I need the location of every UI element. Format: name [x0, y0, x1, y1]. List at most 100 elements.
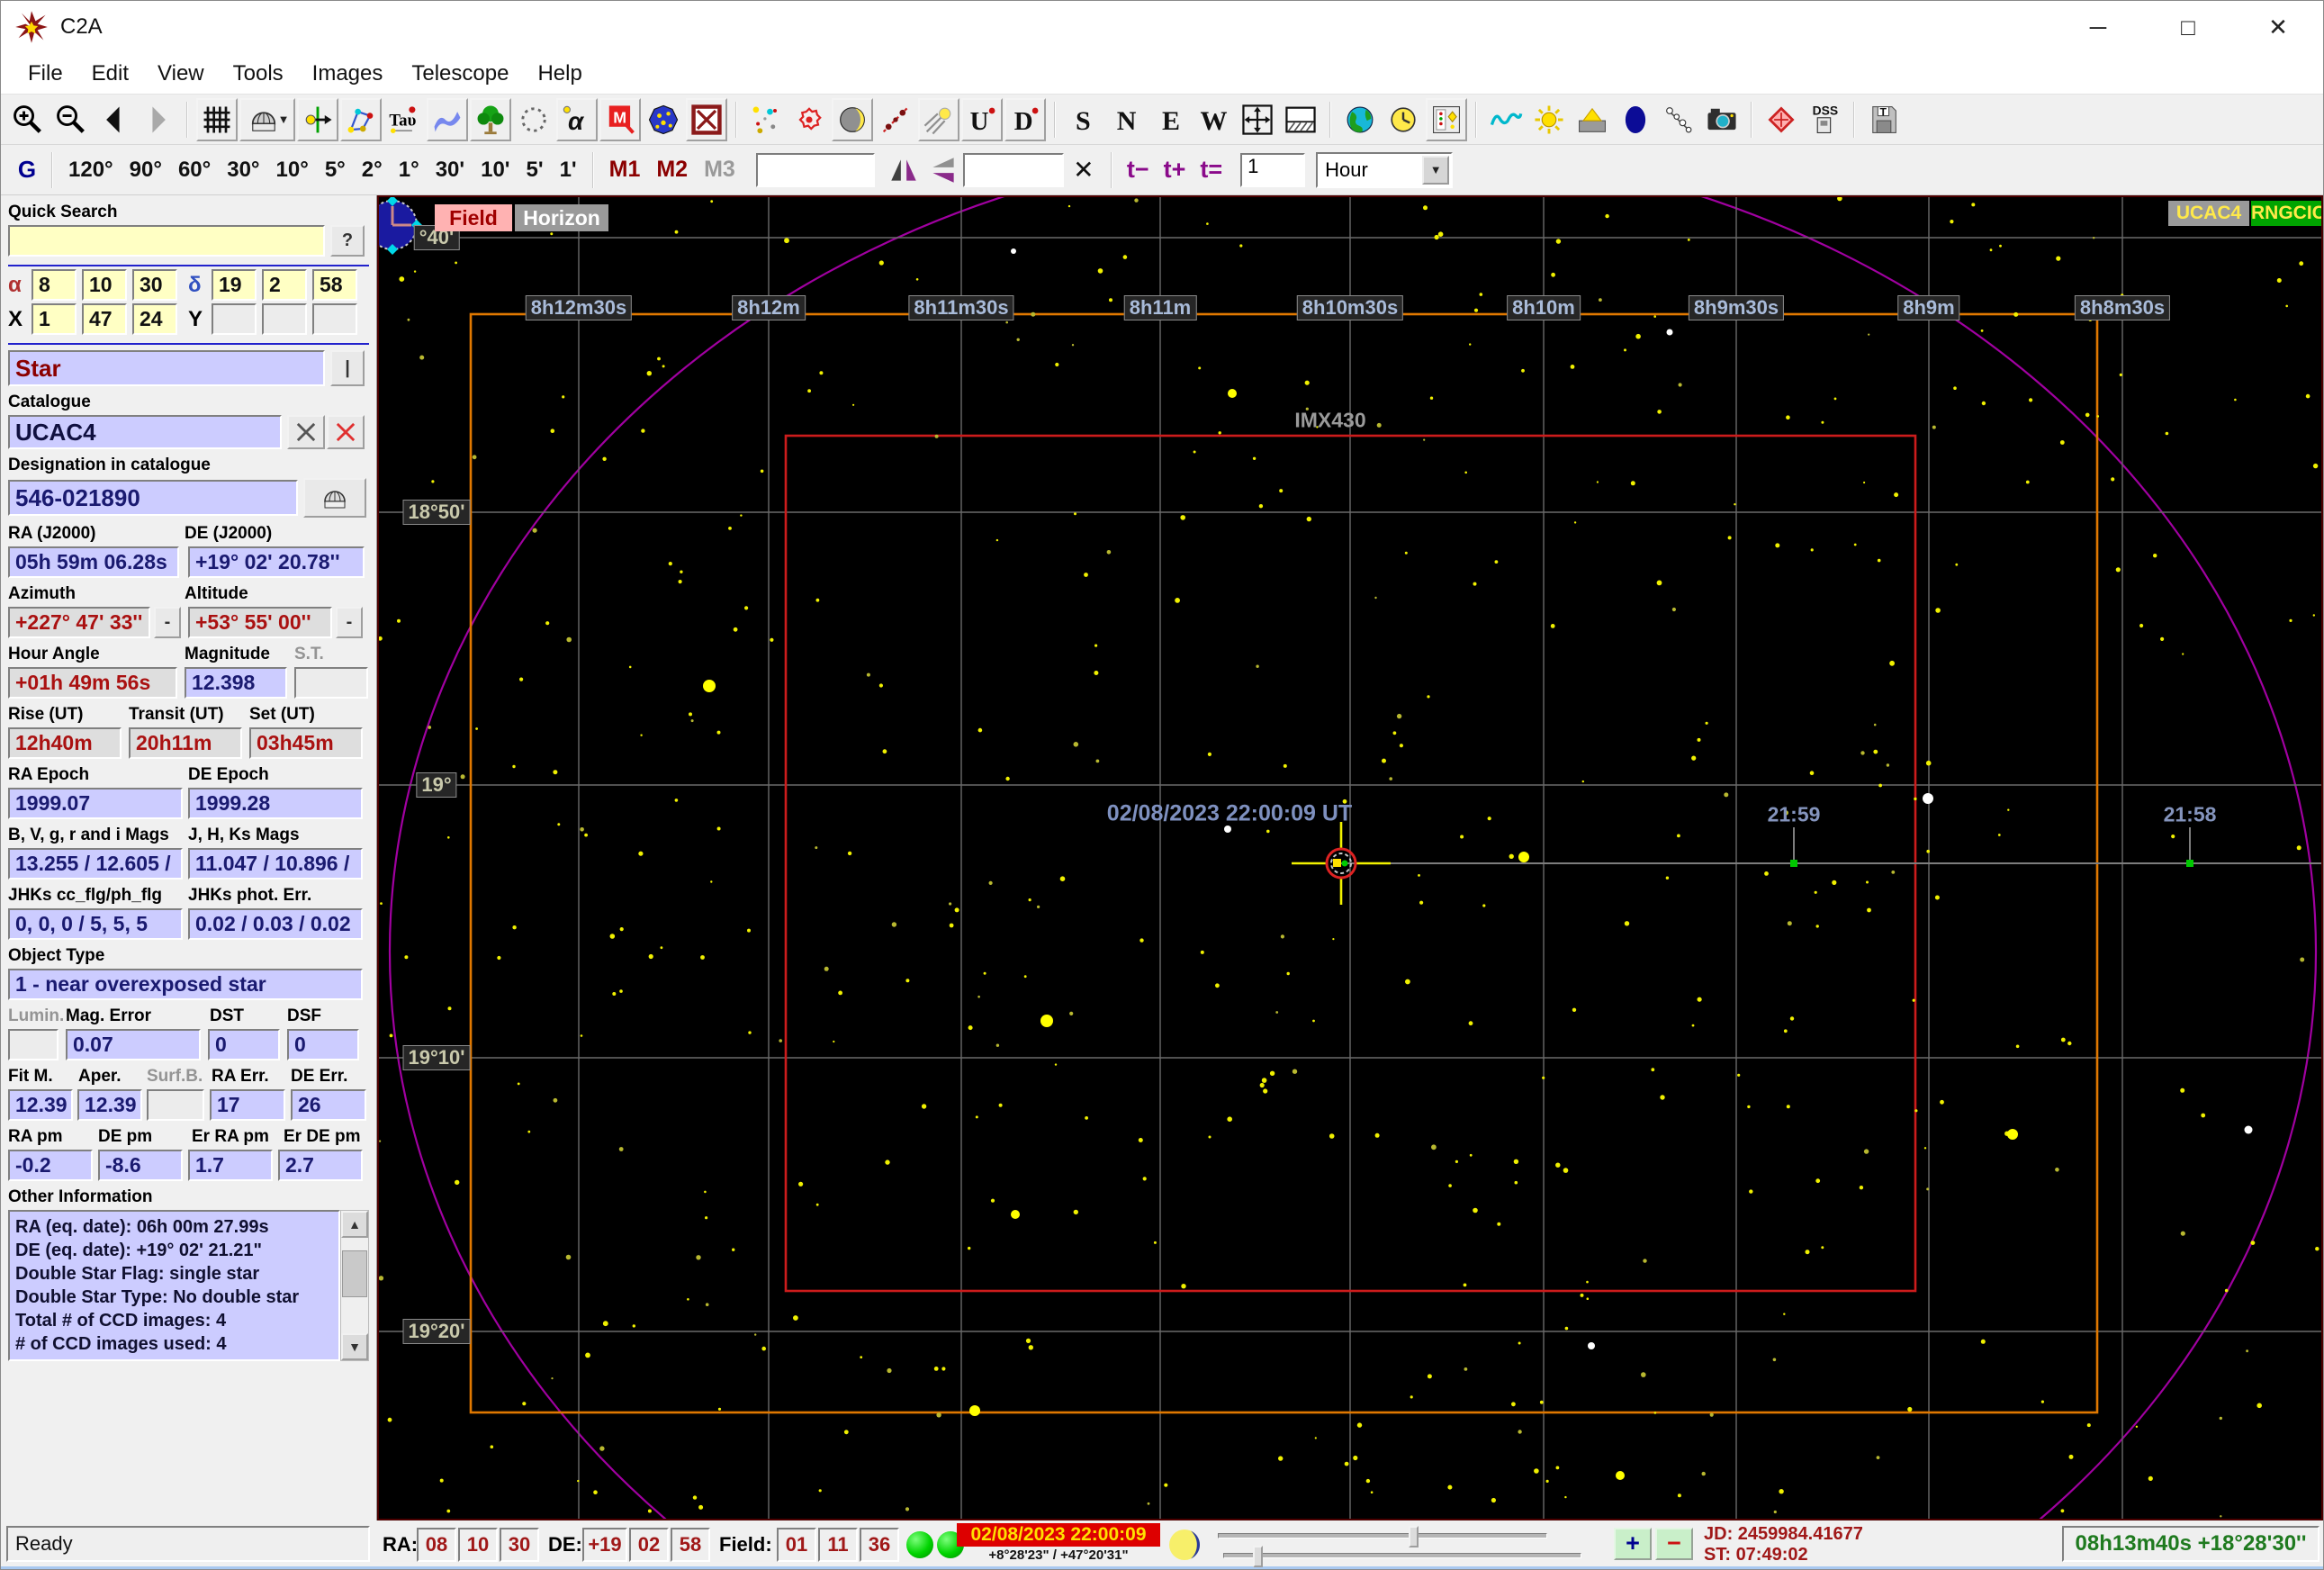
- memory-button-m1[interactable]: M1: [601, 157, 649, 183]
- back-icon[interactable]: [94, 98, 135, 141]
- fov-button-2deg[interactable]: 2°: [354, 158, 391, 183]
- altitude-minus-button[interactable]: -: [336, 607, 363, 638]
- star-labels-alpha-icon[interactable]: α: [556, 97, 598, 141]
- dec-degrees-input[interactable]: 19: [212, 269, 257, 301]
- menu-edit[interactable]: Edit: [77, 56, 143, 92]
- status-field-d[interactable]: 01: [777, 1528, 816, 1562]
- catalogue-next-button[interactable]: [327, 415, 365, 449]
- comets-icon[interactable]: [918, 97, 959, 141]
- status-ra-h[interactable]: 08: [417, 1528, 456, 1562]
- maximize-icon[interactable]: □: [2143, 1, 2233, 53]
- coord-axes-icon[interactable]: [297, 97, 338, 141]
- d-planet-icon[interactable]: D: [1004, 97, 1046, 141]
- night-icon[interactable]: [1615, 98, 1656, 141]
- status-de-m[interactable]: 02: [629, 1528, 669, 1562]
- double-stars-icon[interactable]: [745, 98, 787, 141]
- north-icon[interactable]: N: [1107, 98, 1148, 141]
- scrollbar-track[interactable]: [341, 1238, 368, 1333]
- clear-search-icon[interactable]: ✕: [1064, 155, 1103, 185]
- horizon-mode-tab[interactable]: Horizon: [515, 204, 608, 231]
- sun-spikes-icon[interactable]: [1528, 98, 1570, 141]
- menu-tools[interactable]: Tools: [219, 56, 298, 92]
- status-field-m[interactable]: 11: [818, 1528, 858, 1562]
- fov-diamond-icon[interactable]: [1761, 98, 1802, 141]
- dec-minutes-input[interactable]: 2: [262, 269, 307, 301]
- x2-input[interactable]: 47: [82, 303, 127, 335]
- ra-hours-input[interactable]: 8: [32, 269, 77, 301]
- forward-icon[interactable]: [137, 98, 178, 141]
- catalogue-value[interactable]: UCAC4: [8, 415, 282, 449]
- star-names-icon[interactable]: Taυ: [383, 98, 425, 141]
- tree-icon[interactable]: [470, 97, 511, 141]
- grid-toggle-button[interactable]: G: [10, 156, 44, 184]
- chevron-down-icon[interactable]: ▼: [1422, 155, 1450, 185]
- minimize-icon[interactable]: ─: [2053, 1, 2143, 53]
- time-minus-button[interactable]: t−: [1120, 156, 1157, 184]
- camera-icon[interactable]: [1701, 98, 1743, 141]
- time-set-button[interactable]: t=: [1193, 156, 1230, 184]
- scroll-up-icon[interactable]: ▲: [341, 1211, 368, 1238]
- catalogue-badge-ucac4[interactable]: UCAC4: [2168, 201, 2249, 226]
- magnitude-slider[interactable]: [1223, 1546, 1581, 1567]
- sunrise-icon[interactable]: [1572, 98, 1613, 141]
- quick-search-help-button[interactable]: ?: [330, 225, 365, 257]
- clock-icon[interactable]: [1383, 98, 1424, 141]
- azimuth-minus-button[interactable]: -: [154, 607, 181, 638]
- wave-icon[interactable]: [1485, 98, 1527, 141]
- fov-button-1min[interactable]: 1': [552, 158, 585, 183]
- constellation-lines-icon[interactable]: [340, 97, 382, 141]
- zoom-in-icon[interactable]: [7, 98, 49, 141]
- panel-icon[interactable]: [1426, 97, 1467, 141]
- fov-button-30min[interactable]: 30': [428, 158, 473, 183]
- zoom-plus-button[interactable]: +: [1614, 1528, 1652, 1560]
- memory-button-m3[interactable]: M3: [696, 157, 743, 183]
- menu-view[interactable]: View: [143, 56, 219, 92]
- messier-icon[interactable]: M: [599, 97, 641, 141]
- magnitude-slider-thumb[interactable]: [1252, 1546, 1263, 1567]
- zoom-minus-button[interactable]: −: [1655, 1528, 1693, 1560]
- horizon-box-icon[interactable]: [1280, 98, 1321, 141]
- milky-way-icon[interactable]: [427, 97, 468, 141]
- brightness-slider[interactable]: [1218, 1526, 1547, 1547]
- dss-icon[interactable]: DSS: [1804, 98, 1845, 141]
- status-de-d[interactable]: +19: [582, 1528, 627, 1562]
- fov-button-60deg[interactable]: 60°: [170, 158, 219, 183]
- scrollbar-thumb[interactable]: [342, 1250, 367, 1297]
- status-ra-m[interactable]: 10: [458, 1528, 498, 1562]
- dec-seconds-input[interactable]: 58: [312, 269, 357, 301]
- scroll-down-icon[interactable]: ▼: [341, 1333, 368, 1360]
- search-field-1[interactable]: [755, 152, 875, 187]
- catalogue-badge-rngcic[interactable]: RNGCIC: [2251, 201, 2321, 226]
- dome-icon[interactable]: ▼: [239, 97, 295, 141]
- fov-button-10min[interactable]: 10': [473, 158, 518, 183]
- fov-button-5deg[interactable]: 5°: [317, 158, 354, 183]
- menu-images[interactable]: Images: [298, 56, 398, 92]
- deep-sky-icon[interactable]: [643, 98, 684, 141]
- grid-icon[interactable]: [196, 97, 238, 141]
- memory-button-m2[interactable]: M2: [648, 157, 696, 183]
- pan-icon[interactable]: [1237, 98, 1278, 141]
- flip-horizontal-icon[interactable]: [884, 150, 923, 190]
- y2-input[interactable]: [262, 303, 307, 335]
- fov-button-1deg[interactable]: 1°: [391, 158, 428, 183]
- ra-minutes-input[interactable]: 10: [82, 269, 127, 301]
- dotted-circle-icon[interactable]: [513, 98, 554, 141]
- menu-file[interactable]: File: [14, 56, 77, 92]
- fov-button-10deg[interactable]: 10°: [268, 158, 317, 183]
- star-chart-canvas[interactable]: [379, 197, 2323, 1519]
- fov-button-30deg[interactable]: 30°: [219, 158, 267, 183]
- sun-icon[interactable]: [788, 98, 830, 141]
- x3-input[interactable]: 24: [132, 303, 177, 335]
- x1-input[interactable]: 1: [32, 303, 77, 335]
- asteroids-icon[interactable]: [875, 98, 916, 141]
- frame-x-icon[interactable]: [686, 97, 727, 141]
- search-field-2[interactable]: [962, 152, 1064, 187]
- designation-value[interactable]: 546-021890: [8, 480, 298, 516]
- south-icon[interactable]: S: [1064, 98, 1105, 141]
- status-ra-s[interactable]: 30: [500, 1528, 539, 1562]
- status-de-s[interactable]: 58: [671, 1528, 710, 1562]
- field-mode-tab[interactable]: Field: [435, 204, 512, 231]
- y3-input[interactable]: [312, 303, 357, 335]
- satellites-icon[interactable]: [1658, 98, 1699, 141]
- west-icon[interactable]: W: [1194, 98, 1235, 141]
